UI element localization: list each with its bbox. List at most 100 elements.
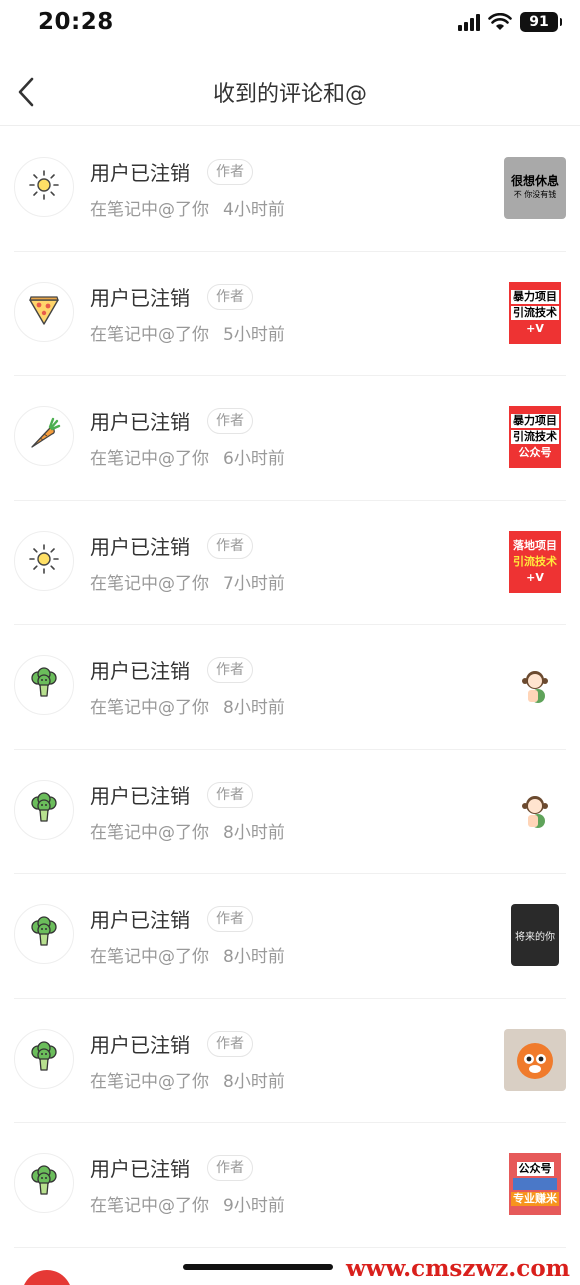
timestamp: 8小时前 [223,1071,285,1092]
user-avatar[interactable] [14,904,74,964]
notification-row[interactable]: 用户已注销 作者 在笔记中@了你 8小时前 [0,750,580,875]
user-name[interactable]: 用户已注销 [90,780,190,809]
timestamp: 8小时前 [223,947,285,967]
thumb-text: 落地项目 [513,538,557,552]
notification-detail: 在笔记中@了你 4小时前 [90,195,285,220]
notification-row[interactable]: 用户已注销 作者 在笔记中@了你 9小时前 公众号 专业赚米 [0,1123,580,1248]
action-text: 在笔记中@了你 [90,573,209,594]
partial-avatar [22,1270,72,1285]
note-thumbnail[interactable]: 暴力项目 引流技术 +V [504,281,566,344]
action-text: 在笔记中@了你 [90,822,209,843]
thumb-text: 不 你没有钱 [513,190,557,199]
timestamp: 5小时前 [223,324,285,345]
sun-icon [27,168,61,206]
notification-row[interactable]: 用户已注销 作者 在笔记中@了你 8小时前 [0,625,580,750]
user-name[interactable]: 用户已注销 [90,1029,190,1058]
user-avatar[interactable] [14,1153,74,1213]
notification-row[interactable]: 用户已注销 作者 在笔记中@了你 8小时前 将来的你 [0,874,580,999]
action-text: 在笔记中@了你 [90,449,209,469]
thumb-text: 暴力项目 [511,289,559,304]
action-text: 在笔记中@了你 [90,1071,209,1092]
action-text: 在笔记中@了你 [90,698,209,718]
girl-sticker-image [522,795,548,828]
note-thumbnail[interactable] [504,1028,566,1091]
signal-icon [458,13,480,31]
pizza-icon [26,292,62,332]
timestamp: 9小时前 [223,1196,285,1216]
user-name[interactable]: 用户已注销 [90,655,190,684]
broccoli-icon [26,914,62,954]
thumb-text: 引流技术 [511,305,559,320]
author-tag: 作者 [207,1155,253,1181]
timestamp: 8小时前 [223,822,285,843]
author-tag: 作者 [207,408,253,434]
thumb-text: 很想休息 [510,174,559,188]
user-avatar[interactable] [14,1028,74,1089]
battery-icon: 91 [520,12,562,32]
status-bar: 20:28 91 [0,0,580,50]
action-text: 在笔记中@了你 [90,1196,209,1216]
thumb-text: 公众号 [516,1162,554,1176]
note-thumbnail[interactable]: 公众号 专业赚米 [504,1153,566,1215]
broccoli-icon [26,790,62,830]
note-thumbnail[interactable] [504,779,566,842]
status-time: 20:28 [38,9,114,35]
mascot-image [517,1042,553,1079]
sun-icon [27,542,61,580]
broccoli-icon [26,1039,62,1079]
note-thumbnail[interactable]: 落地项目 引流技术 +V [504,530,566,593]
timestamp: 8小时前 [223,698,285,718]
thumb-text: 暴力项目 [511,414,559,428]
notification-detail: 在笔记中@了你 8小时前 [90,1067,285,1092]
timestamp: 7小时前 [223,573,285,594]
notification-detail: 在笔记中@了你 9小时前 [90,1191,285,1216]
note-thumbnail[interactable]: 将来的你 [511,904,559,966]
notification-detail: 在笔记中@了你 6小时前 [90,444,285,469]
notification-detail: 在笔记中@了你 8小时前 [90,942,285,967]
notification-list: 用户已注销 作者 在笔记中@了你 4小时前 很想休息 不 你没有钱 用户已注销 作… [0,127,580,1248]
thumb-text: 专业赚米 [511,1192,559,1206]
author-tag: 作者 [207,1030,253,1057]
thumb-text: +V [526,321,544,335]
note-thumbnail[interactable]: 暴力项目 引流技术 公众号 [504,406,566,468]
user-name[interactable]: 用户已注销 [90,406,190,435]
home-indicator[interactable] [183,1264,333,1270]
action-text: 在笔记中@了你 [90,200,209,220]
notification-row[interactable]: 用户已注销 作者 在笔记中@了你 7小时前 落地项目 引流技术 +V [0,501,580,626]
notification-row[interactable]: 用户已注销 作者 在笔记中@了你 6小时前 暴力项目 引流技术 公众号 [0,376,580,501]
broccoli-icon [26,1163,62,1203]
user-name[interactable]: 用户已注销 [90,282,190,311]
notification-detail: 在笔记中@了你 7小时前 [90,569,285,594]
notification-row[interactable]: 用户已注销 作者 在笔记中@了你 8小时前 [0,999,580,1124]
user-name[interactable]: 用户已注销 [90,904,190,933]
thumb-text: 引流技术 [511,430,559,444]
author-tag: 作者 [207,532,253,559]
author-tag: 作者 [207,159,253,185]
notification-row[interactable]: 用户已注销 作者 在笔记中@了你 5小时前 暴力项目 引流技术 +V [0,252,580,377]
note-thumbnail[interactable] [504,655,566,717]
action-text: 在笔记中@了你 [90,947,209,967]
author-tag: 作者 [207,283,253,310]
note-thumbnail[interactable]: 很想休息 不 你没有钱 [504,157,566,219]
thumb-text: +V [526,570,544,584]
user-avatar[interactable] [14,655,74,715]
thumb-text: 将来的你 [515,931,555,943]
notification-row[interactable]: 用户已注销 作者 在笔记中@了你 4小时前 很想休息 不 你没有钱 [0,127,580,252]
wifi-icon [488,13,512,31]
user-avatar[interactable] [14,281,74,342]
notification-detail: 在笔记中@了你 5小时前 [90,320,285,345]
user-avatar[interactable] [14,779,74,840]
nav-header: 收到的评论和@ [0,60,580,126]
action-text: 在笔记中@了你 [90,324,209,345]
notification-detail: 在笔记中@了你 8小时前 [90,818,285,843]
user-name[interactable]: 用户已注销 [90,157,190,186]
user-avatar[interactable] [14,406,74,466]
girl-sticker-image [522,671,548,703]
user-avatar[interactable] [14,530,74,591]
user-name[interactable]: 用户已注销 [90,1153,190,1182]
user-name[interactable]: 用户已注销 [90,531,190,560]
author-tag: 作者 [207,781,253,808]
timestamp: 6小时前 [223,449,285,469]
thumb-text: 公众号 [518,446,552,459]
user-avatar[interactable] [14,157,74,217]
